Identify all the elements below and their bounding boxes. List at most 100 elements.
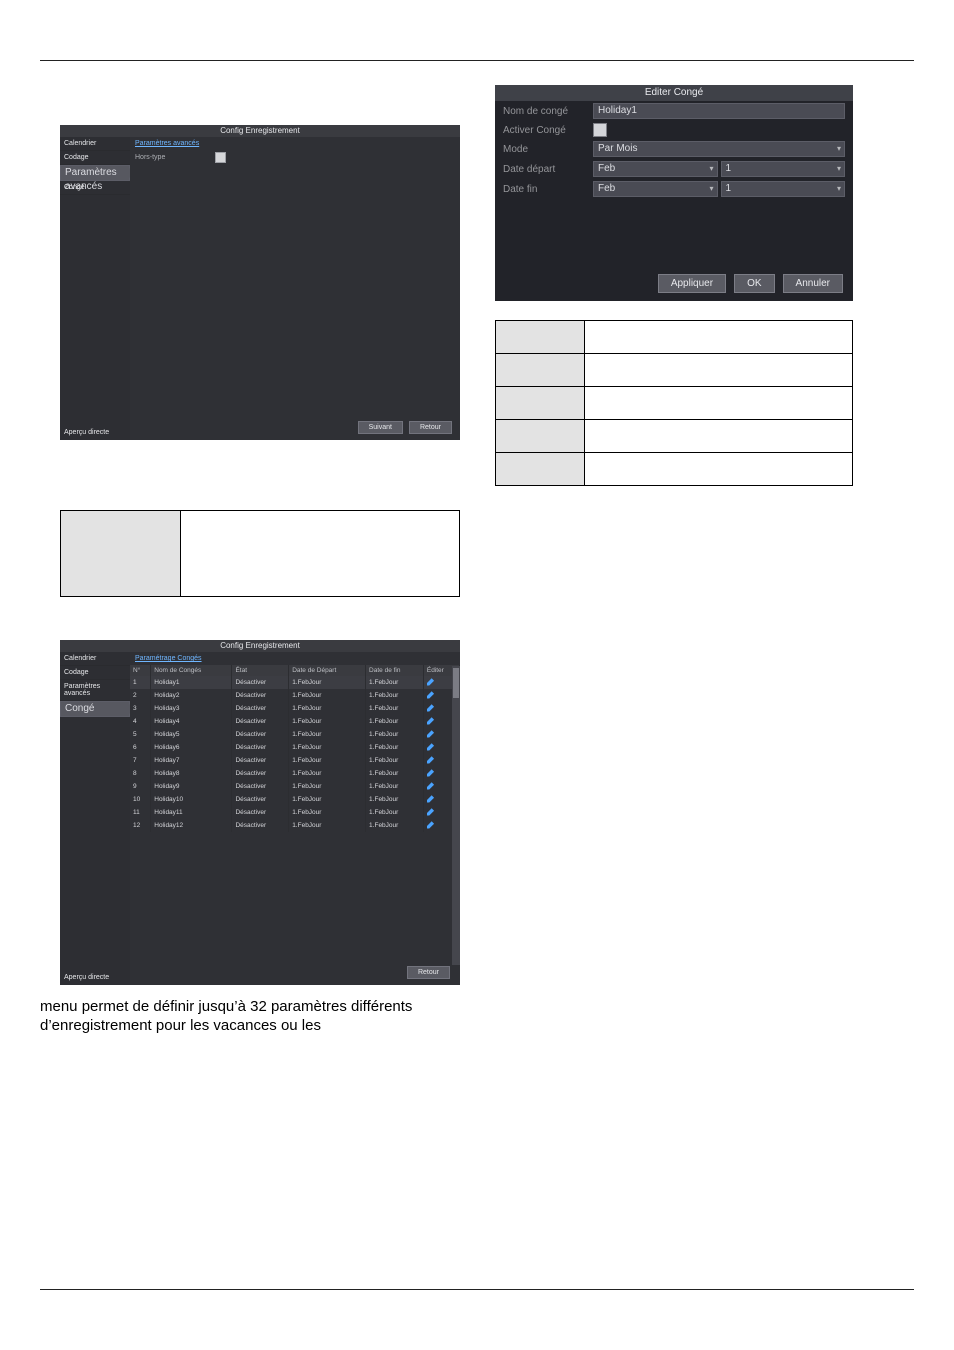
pencil-icon[interactable] <box>427 730 435 738</box>
pencil-icon[interactable] <box>427 808 435 816</box>
appliquer-button[interactable]: Appliquer <box>658 274 726 293</box>
advanced-explanation-table <box>60 510 460 597</box>
cell-nom: Holiday12 <box>151 819 232 832</box>
table-row[interactable]: 10Holiday10Désactiver1.FebJour1.FebJour <box>130 793 460 806</box>
table-row[interactable]: 1Holiday1Désactiver1.FebJour1.FebJour <box>130 676 460 689</box>
cell-etat: Désactiver <box>232 767 289 780</box>
cell-etat: Désactiver <box>232 728 289 741</box>
expl-cell <box>585 387 853 420</box>
sidebar-item-parametres-avances[interactable]: Paramètres avancés <box>60 165 130 181</box>
editer-conge-explanation-table <box>495 320 853 486</box>
end-month-value: Feb <box>598 183 615 194</box>
table-row[interactable]: 12Holiday12Désactiver1.FebJour1.FebJour <box>130 819 460 832</box>
pencil-icon[interactable] <box>427 678 435 686</box>
pencil-icon[interactable] <box>427 782 435 790</box>
pencil-icon[interactable] <box>427 743 435 751</box>
table-row[interactable]: 3Holiday3Désactiver1.FebJour1.FebJour <box>130 702 460 715</box>
select-start-month[interactable]: Feb ▾ <box>593 161 718 177</box>
sidebar-item-calendrier[interactable]: Calendrier <box>60 652 130 666</box>
cell-etat: Désactiver <box>232 754 289 767</box>
label-date-fin: Date fin <box>503 184 593 195</box>
chevron-down-icon: ▾ <box>837 142 841 156</box>
cell-no: 9 <box>130 780 151 793</box>
cell-no: 3 <box>130 702 151 715</box>
expl-cell <box>496 420 585 453</box>
activer-conge-checkbox[interactable] <box>593 123 607 137</box>
cell-start: 1.FebJour <box>289 754 366 767</box>
panel-advanced: Config Enregistrement Calendrier Codage … <box>60 125 460 440</box>
tab-parametres-avances[interactable]: Paramètres avancés <box>130 137 204 150</box>
sidebar-item-conge[interactable]: Congé <box>60 701 130 717</box>
cell-etat: Désactiver <box>232 702 289 715</box>
cell-etat: Désactiver <box>232 715 289 728</box>
table-row[interactable]: 11Holiday11Désactiver1.FebJour1.FebJour <box>130 806 460 819</box>
table-row[interactable]: 2Holiday2Désactiver1.FebJour1.FebJour <box>130 689 460 702</box>
select-mode-value: Par Mois <box>598 143 637 154</box>
cell-end: 1.FebJour <box>366 754 424 767</box>
pencil-icon[interactable] <box>427 795 435 803</box>
tab-parametrage-conges[interactable]: Paramétrage Congés <box>130 652 460 665</box>
sidebar-item-codage[interactable]: Codage <box>60 151 130 165</box>
cell-end: 1.FebJour <box>366 780 424 793</box>
table-row[interactable]: 7Holiday7Désactiver1.FebJour1.FebJour <box>130 754 460 767</box>
expl-cell <box>585 453 853 486</box>
ok-button[interactable]: OK <box>734 274 774 293</box>
pencil-icon[interactable] <box>427 769 435 777</box>
label-hors-type: Hors-type <box>135 154 215 161</box>
table-row[interactable]: 5Holiday5Désactiver1.FebJour1.FebJour <box>130 728 460 741</box>
retour-button[interactable]: Retour <box>409 421 452 434</box>
input-nom-conge[interactable]: Holiday1 <box>593 103 845 119</box>
sidebar-item-codage[interactable]: Codage <box>60 666 130 680</box>
hors-type-checkbox[interactable] <box>215 152 226 163</box>
pencil-icon[interactable] <box>427 691 435 699</box>
cell-nom: Holiday11 <box>151 806 232 819</box>
table-row[interactable]: 4Holiday4Désactiver1.FebJour1.FebJour <box>130 715 460 728</box>
sidebar-item-parametres-avances[interactable]: Paramètres avancés <box>60 680 130 701</box>
end-day-value: 1 <box>726 183 732 194</box>
holidays-table: N° Nom de Congés État Date de Départ Dat… <box>130 665 460 832</box>
retour-button[interactable]: Retour <box>407 966 450 979</box>
start-month-value: Feb <box>598 163 615 174</box>
cell-start: 1.FebJour <box>289 715 366 728</box>
cell-nom: Holiday5 <box>151 728 232 741</box>
select-end-month[interactable]: Feb ▾ <box>593 181 718 197</box>
cell-end: 1.FebJour <box>366 702 424 715</box>
expl-cell <box>585 321 853 354</box>
cell-nom: Holiday1 <box>151 676 232 689</box>
cell-no: 11 <box>130 806 151 819</box>
cell-etat: Désactiver <box>232 689 289 702</box>
sidebar-item-calendrier[interactable]: Calendrier <box>60 137 130 151</box>
cell-no: 4 <box>130 715 151 728</box>
pencil-icon[interactable] <box>427 704 435 712</box>
table-row[interactable]: 8Holiday8Désactiver1.FebJour1.FebJour <box>130 767 460 780</box>
select-end-day[interactable]: 1 ▾ <box>721 181 846 197</box>
expl-cell <box>585 420 853 453</box>
apercu-directe[interactable]: Aperçu directe <box>60 970 130 985</box>
expl-cell <box>496 387 585 420</box>
select-mode[interactable]: Par Mois ▾ <box>593 141 845 157</box>
label-activer-conge: Activer Congé <box>503 125 593 136</box>
apercu-directe[interactable]: Aperçu directe <box>60 425 130 440</box>
cell-nom: Holiday9 <box>151 780 232 793</box>
cell-end: 1.FebJour <box>366 819 424 832</box>
panel1-main: Paramètres avancés Hors-type Suivant Ret… <box>130 137 460 440</box>
expl-cell <box>496 321 585 354</box>
chevron-down-icon: ▾ <box>709 182 713 196</box>
cell-no: 7 <box>130 754 151 767</box>
cell-no: 6 <box>130 741 151 754</box>
cell-etat: Désactiver <box>232 741 289 754</box>
pencil-icon[interactable] <box>427 756 435 764</box>
annuler-button[interactable]: Annuler <box>783 274 843 293</box>
pencil-icon[interactable] <box>427 717 435 725</box>
pencil-icon[interactable] <box>427 821 435 829</box>
scrollbar-thumb[interactable] <box>453 668 459 698</box>
col-start: Date de Départ <box>289 665 366 676</box>
cell-end: 1.FebJour <box>366 793 424 806</box>
table-row[interactable]: 9Holiday9Désactiver1.FebJour1.FebJour <box>130 780 460 793</box>
table-row[interactable]: 6Holiday6Désactiver1.FebJour1.FebJour <box>130 741 460 754</box>
select-start-day[interactable]: 1 ▾ <box>721 161 846 177</box>
suivant-button[interactable]: Suivant <box>358 421 403 434</box>
panel3-title: Config Enregistrement <box>60 640 460 652</box>
cell-start: 1.FebJour <box>289 767 366 780</box>
scrollbar[interactable] <box>452 666 460 965</box>
